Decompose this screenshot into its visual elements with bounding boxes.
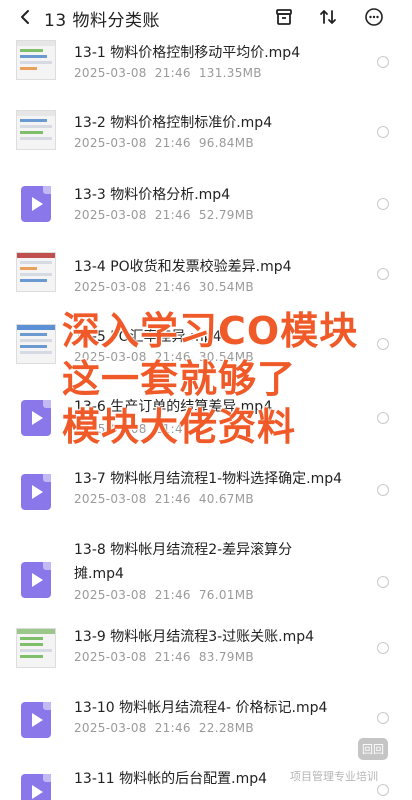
file-name: 13-7 物料帐月结流程1-物料选择确定.mp4 [74,471,343,487]
list-item[interactable]: 13-2 物料价格控制标准价.mp4 2025-03-08 21:46 96.84M… [0,104,412,176]
file-meta: 2025-03-08 21:46 22.28MB [74,721,254,735]
file-thumbnail [16,628,56,668]
sort-button[interactable] [316,6,340,28]
file-thumbnail [16,40,56,80]
file-meta: 2025-03-08 21:46 40.67MB [74,492,254,506]
select-radio[interactable] [377,712,389,724]
archive-button[interactable] [272,6,296,28]
file-meta: 2025-03-08 21:46 131.35MB [74,66,262,80]
file-name: 13-8 物料帐月结流程2-差异滚算分摊.mp4 [74,542,293,582]
select-radio[interactable] [377,412,389,424]
sort-icon [320,10,336,24]
file-meta: 2025-03-08 21:46 83.79MB [74,650,254,664]
file-name: 13-10 物料帐月结流程4- 价格标记.mp4 [74,700,328,716]
file-thumbnail [16,110,56,150]
file-name: 13-1 物料价格控制移动平均价.mp4 [74,45,301,61]
file-meta: 2025-03-08 21:46 76.01MB [74,588,254,602]
floating-badge[interactable]: 回回 [358,738,388,760]
file-thumbnail [16,472,56,512]
file-thumbnail [16,398,56,438]
select-radio[interactable] [377,56,389,68]
file-meta: 2025-03-08 21:46 30.54MB [74,280,254,294]
list-item[interactable]: 13-3 物料价格分析.mp4 2025-03-08 21:46 52.79MB [0,176,412,246]
file-thumbnail [16,772,56,800]
select-radio[interactable] [377,784,389,796]
video-file-icon [21,186,51,222]
chevron-left-icon [21,10,29,24]
file-thumbnail [16,252,56,292]
box-icon [276,9,292,25]
select-radio[interactable] [377,642,389,654]
promo-overlay-line-3: 模块大佬资料 [62,405,297,449]
file-name: 13-4 PO收货和发票校验差异.mp4 [74,259,292,275]
promo-overlay-line-2: 这一套就够了 [62,357,297,401]
list-item[interactable]: 13-1 物料价格控制移动平均价.mp4 2025-03-08 21:46 131.… [0,34,412,104]
more-button[interactable] [362,6,386,28]
more-icon [365,8,383,26]
file-name: 13-2 物料价格控制标准价.mp4 [74,115,273,131]
video-file-icon [21,400,51,436]
list-item[interactable]: 13-9 物料帐月结流程3-过账关账.mp4 2025-03-08 21:46 83… [0,624,412,696]
watermark: 项目管理专业培训 [290,770,378,783]
video-file-icon [21,774,51,800]
list-item[interactable]: 13-7 物料帐月结流程1-物料选择确定.mp4 2025-03-08 21:46… [0,464,412,542]
file-thumbnail [16,184,56,224]
select-radio[interactable] [377,198,389,210]
list-item[interactable]: 13-8 物料帐月结流程2-差异滚算分摊.mp4 2025-03-08 21:46… [0,542,412,636]
file-name: 13-9 物料帐月结流程3-过账关账.mp4 [74,629,315,645]
file-thumbnail [16,324,56,364]
file-meta: 2025-03-08 21:46 96.84MB [74,136,254,150]
select-radio[interactable] [377,268,389,280]
select-radio[interactable] [377,338,389,350]
file-meta: 2025-03-08 21:46 52.79MB [74,208,254,222]
page-title: 13 物料分类账 [44,11,161,31]
file-name: 13-11 物料帐的后台配置.mp4 [74,771,268,787]
video-file-icon [21,562,51,598]
video-file-icon [21,702,51,738]
promo-overlay-line-1: 深入学习CO模块 [62,309,359,353]
file-name: 13-3 物料价格分析.mp4 [74,187,231,203]
select-radio[interactable] [377,576,389,588]
list-item[interactable]: 13-10 物料帐月结流程4- 价格标记.mp4 2025-03-08 21:46… [0,694,412,766]
file-thumbnail [16,560,56,600]
select-radio[interactable] [377,484,389,496]
top-bar: 13 物料分类账 [0,0,412,34]
video-file-icon [21,474,51,510]
select-radio[interactable] [377,126,389,138]
back-button[interactable] [14,6,36,28]
file-thumbnail [16,700,56,740]
